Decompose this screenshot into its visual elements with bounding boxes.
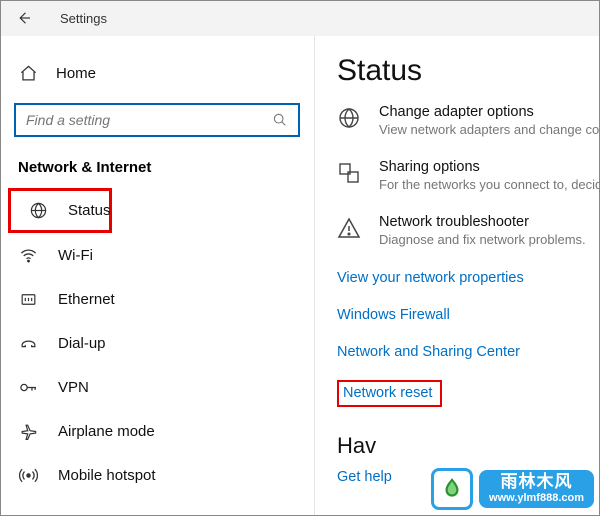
- watermark-url: www.ylmf888.com: [489, 492, 584, 504]
- sidebar-item-label: Wi-Fi: [58, 247, 93, 264]
- sharing-icon: [337, 159, 363, 185]
- sidebar-item-ethernet[interactable]: Ethernet: [0, 277, 314, 321]
- sidebar-item-status[interactable]: Status: [8, 188, 112, 233]
- link-network-reset[interactable]: Network reset: [343, 385, 432, 401]
- ethernet-icon: [18, 290, 38, 309]
- sidebar-item-dialup[interactable]: Dial-up: [0, 321, 314, 365]
- question-heading: Hav: [337, 433, 600, 459]
- sidebar-item-hotspot[interactable]: Mobile hotspot: [0, 453, 314, 497]
- search-icon: [272, 112, 288, 128]
- option-desc: View network adapters and change connect…: [379, 122, 600, 137]
- sidebar-item-label: Status: [68, 202, 111, 219]
- option-title: Change adapter options: [379, 104, 600, 120]
- sidebar-item-wifi[interactable]: Wi-Fi: [0, 233, 314, 277]
- sidebar-item-label: Mobile hotspot: [58, 467, 156, 484]
- titlebar: Settings: [0, 0, 600, 36]
- sidebar-section-title: Network & Internet: [0, 137, 314, 188]
- back-button[interactable]: [8, 2, 40, 34]
- sidebar-item-label: Dial-up: [58, 335, 106, 352]
- back-arrow-icon: [15, 9, 33, 27]
- watermark-logo-icon: [431, 468, 473, 510]
- option-change-adapter[interactable]: Change adapter options View network adap…: [337, 104, 600, 137]
- link-view-properties[interactable]: View your network properties: [337, 270, 524, 286]
- sidebar-home[interactable]: Home: [0, 56, 314, 91]
- watermark-text: 雨林木风 www.ylmf888.com: [479, 470, 594, 508]
- globe-icon: [29, 201, 48, 220]
- page-heading: Status: [337, 54, 600, 88]
- option-desc: Diagnose and fix network problems.: [379, 232, 586, 247]
- sidebar-item-label: Ethernet: [58, 291, 115, 308]
- window-title: Settings: [60, 11, 107, 26]
- wifi-icon: [18, 246, 38, 265]
- option-desc: For the networks you connect to, decide …: [379, 177, 600, 192]
- airplane-icon: [18, 422, 38, 441]
- option-title: Network troubleshooter: [379, 214, 586, 230]
- sidebar-item-label: Airplane mode: [58, 423, 155, 440]
- link-network-sharing[interactable]: Network and Sharing Center: [337, 344, 520, 360]
- option-title: Sharing options: [379, 159, 600, 175]
- sidebar-item-label: VPN: [58, 379, 89, 396]
- search-input[interactable]: [26, 112, 272, 128]
- sidebar: Home Network & Internet Status Wi-Fi: [0, 36, 315, 516]
- watermark: 雨林木风 www.ylmf888.com: [431, 468, 594, 510]
- home-icon: [18, 64, 38, 83]
- link-windows-firewall[interactable]: Windows Firewall: [337, 307, 450, 323]
- vpn-icon: [18, 378, 38, 397]
- sidebar-item-airplane[interactable]: Airplane mode: [0, 409, 314, 453]
- option-troubleshooter[interactable]: Network troubleshooter Diagnose and fix …: [337, 214, 600, 247]
- sidebar-home-label: Home: [56, 65, 96, 82]
- hotspot-icon: [18, 466, 38, 485]
- watermark-cn: 雨林木风: [489, 473, 584, 492]
- sidebar-item-vpn[interactable]: VPN: [0, 365, 314, 409]
- globe-icon: [337, 104, 363, 130]
- option-sharing[interactable]: Sharing options For the networks you con…: [337, 159, 600, 192]
- search-box[interactable]: [14, 103, 300, 137]
- dialup-icon: [18, 334, 38, 353]
- main-panel: Status Change adapter options View netwo…: [315, 36, 600, 516]
- highlight-network-reset: Network reset: [337, 380, 442, 407]
- warning-icon: [337, 214, 363, 240]
